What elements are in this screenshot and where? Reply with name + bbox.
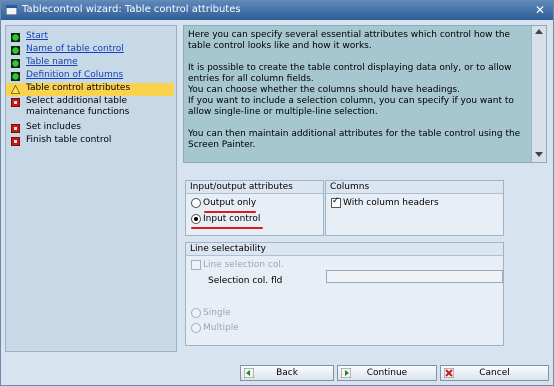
checkbox-checked[interactable] (331, 196, 341, 208)
info-paragraph: You can then maintain additional attribu… (188, 129, 521, 150)
group-title: Input/output attributes (186, 181, 323, 194)
nav-item-label: Finish table control (26, 135, 112, 145)
nav-item-label: Set includes (26, 122, 81, 132)
info-paragraph: It is possible to create the table contr… (188, 63, 512, 84)
wizard-window: Tablecontrol wizard: Table control attri… (0, 0, 554, 386)
red-square-icon (11, 98, 20, 107)
field-label: Selection col. fld (208, 276, 283, 286)
info-text: Here you can specify several essential a… (188, 30, 528, 151)
back-arrow-icon (244, 368, 254, 378)
line-selection-col-checkbox: Line selection col. (191, 260, 284, 270)
green-circle-icon (11, 72, 20, 81)
scroll-up-icon[interactable] (535, 29, 543, 34)
button-label: Back (276, 368, 298, 378)
nav-item-label[interactable]: Start (26, 31, 48, 42)
nav-item-name-of-table-control[interactable]: Name of table control (11, 44, 173, 57)
io-attributes-group: Input/output attributes Output only Inpu… (185, 180, 324, 236)
wizard-steps-panel: Start Name of table control Table name D… (5, 25, 177, 352)
checkbox-label: Line selection col. (203, 260, 284, 270)
nav-item-set-includes: Set includes (11, 122, 173, 135)
with-column-headers-checkbox[interactable]: With column headers (331, 196, 439, 208)
window-icon (6, 5, 17, 15)
scroll-down-icon[interactable] (535, 152, 543, 157)
radio-button-disabled (191, 308, 201, 318)
nav-item-table-name[interactable]: Table name (11, 57, 173, 70)
nav-item-select-maintenance-functions: Select additional table maintenance func… (11, 96, 173, 120)
close-icon[interactable]: ✕ (535, 3, 545, 17)
radio-label: Input control (203, 214, 261, 224)
cancel-x-icon (444, 368, 454, 378)
nav-item-definition-of-columns[interactable]: Definition of Columns (11, 70, 173, 83)
radio-button-selected[interactable] (191, 214, 201, 224)
nav-item-table-control-attributes[interactable]: Table control attributes (6, 83, 174, 96)
info-paragraph: You can choose whether the columns shoul… (188, 85, 460, 95)
green-circle-icon (11, 33, 20, 42)
continue-button[interactable]: Continue (337, 365, 437, 381)
single-radio: Single (191, 308, 231, 318)
button-label: Cancel (479, 368, 510, 378)
red-square-icon (11, 137, 20, 146)
selection-col-fld-label: Selection col. fld (208, 276, 282, 286)
columns-group: Columns With column headers (325, 180, 504, 236)
info-scrollbar[interactable] (531, 26, 546, 162)
cancel-button[interactable]: Cancel (440, 365, 549, 381)
nav-item-label: Table control attributes (26, 83, 131, 93)
button-label: Continue (366, 368, 408, 378)
info-paragraph: Here you can specify several essential a… (188, 30, 511, 51)
red-annotation-underline (204, 211, 256, 213)
nav-item-label: Select additional table maintenance func… (26, 96, 130, 117)
radio-label: Single (203, 308, 231, 318)
window-title: Tablecontrol wizard: Table control attri… (22, 4, 241, 15)
red-annotation-underline (191, 227, 263, 229)
checkbox-disabled (191, 260, 201, 270)
info-paragraph: If you want to include a selection colum… (188, 96, 514, 117)
nav-item-label[interactable]: Definition of Columns (26, 70, 123, 81)
continue-arrow-icon (341, 368, 351, 378)
radio-label: Multiple (203, 323, 239, 333)
group-title: Columns (326, 181, 503, 194)
group-title: Line selectability (186, 243, 503, 256)
red-square-icon (11, 124, 20, 133)
green-circle-icon (11, 46, 20, 55)
output-only-radio[interactable]: Output only (191, 198, 256, 208)
info-text-panel: Here you can specify several essential a… (183, 25, 547, 163)
radio-button-disabled (191, 323, 201, 333)
nav-item-label[interactable]: Name of table control (26, 44, 124, 55)
radio-label: Output only (203, 198, 257, 208)
radio-button[interactable] (191, 198, 201, 208)
nav-item-finish-table-control: Finish table control (11, 135, 173, 148)
checkbox-label: With column headers (343, 198, 439, 208)
nav-item-label[interactable]: Table name (26, 57, 78, 68)
back-button[interactable]: Back (240, 365, 334, 381)
yellow-warning-icon (11, 85, 20, 94)
green-circle-icon (11, 59, 20, 68)
nav-item-start[interactable]: Start (11, 31, 173, 44)
title-bar: Tablecontrol wizard: Table control attri… (1, 1, 553, 20)
multiple-radio: Multiple (191, 323, 239, 333)
selection-col-fld-input (326, 270, 503, 283)
line-selectability-group: Line selectability Line selection col. S… (185, 242, 504, 346)
input-control-radio[interactable]: Input control (191, 214, 260, 224)
